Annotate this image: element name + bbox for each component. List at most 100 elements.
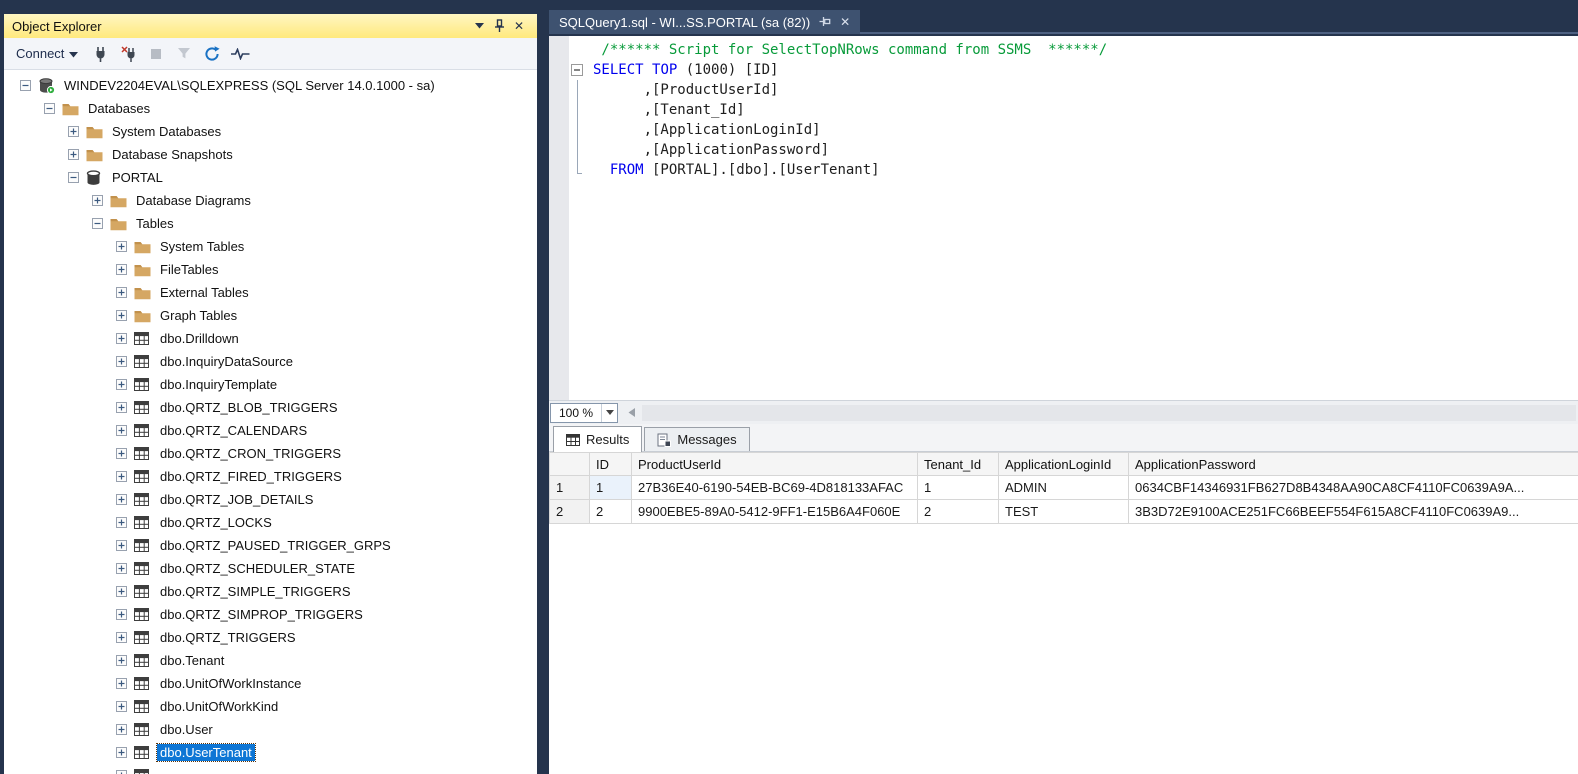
tree-item-dbo-user[interactable]: dbo.User xyxy=(4,718,537,741)
grid-cell[interactable]: 2 xyxy=(918,500,999,524)
disconnect-plug-icon[interactable] xyxy=(116,42,140,66)
tree-item-filetables[interactable]: FileTables xyxy=(4,258,537,281)
expand-plus-icon[interactable] xyxy=(116,655,127,666)
tree-item-dbo-drilldown[interactable]: dbo.Drilldown xyxy=(4,327,537,350)
tree-item-dbo-unitofworkinstance[interactable]: dbo.UnitOfWorkInstance xyxy=(4,672,537,695)
expand-plus-icon[interactable] xyxy=(116,310,127,321)
tree-item-database-snapshots[interactable]: Database Snapshots xyxy=(4,143,537,166)
results-tab-results[interactable]: Results xyxy=(553,426,642,452)
object-explorer-tree[interactable]: WINDEV2204EVAL\SQLEXPRESS (SQL Server 14… xyxy=(4,70,537,774)
tree-item-dbo-tenant[interactable]: dbo.Tenant xyxy=(4,649,537,672)
tab-pin-icon[interactable] xyxy=(818,15,832,30)
tree-item-windev2204eval-sqlexpress-sql-server-14-0-1000-sa-[interactable]: WINDEV2204EVAL\SQLEXPRESS (SQL Server 14… xyxy=(4,74,537,97)
expand-plus-icon[interactable] xyxy=(116,287,127,298)
expand-plus-icon[interactable] xyxy=(116,333,127,344)
expand-plus-icon[interactable] xyxy=(116,540,127,551)
tree-item-tables[interactable]: Tables xyxy=(4,212,537,235)
collapse-minus-icon[interactable] xyxy=(68,172,79,183)
tree-item-dbo-qrtz-calendars[interactable]: dbo.QRTZ_CALENDARS xyxy=(4,419,537,442)
expand-plus-icon[interactable] xyxy=(116,563,127,574)
expand-plus-icon[interactable] xyxy=(116,448,127,459)
tree-item-dbo-qrtz-cron-triggers[interactable]: dbo.QRTZ_CRON_TRIGGERS xyxy=(4,442,537,465)
grid-cell[interactable]: 1 xyxy=(590,476,632,500)
refresh-icon[interactable] xyxy=(200,42,224,66)
expand-plus-icon[interactable] xyxy=(116,471,127,482)
sql-editor[interactable]: /****** Script for SelectTopNRows comman… xyxy=(549,36,1578,400)
tree-item-system-databases[interactable]: System Databases xyxy=(4,120,537,143)
expand-plus-icon[interactable] xyxy=(116,379,127,390)
grid-cell[interactable]: 0634CBF14346931FB627D8B4348AA90CA8CF4110… xyxy=(1129,476,1578,500)
close-icon[interactable]: ✕ xyxy=(509,17,529,35)
expand-plus-icon[interactable] xyxy=(116,632,127,643)
expand-plus-icon[interactable] xyxy=(116,264,127,275)
tree-item-dbo-inquirydatasource[interactable]: dbo.InquiryDataSource xyxy=(4,350,537,373)
expand-plus-icon[interactable] xyxy=(116,724,127,735)
expand-plus-icon[interactable] xyxy=(68,126,79,137)
results-tab-messages[interactable]: Messages xyxy=(644,427,749,451)
activity-monitor-icon[interactable] xyxy=(228,42,252,66)
pin-icon[interactable] xyxy=(489,17,509,35)
collapse-minus-icon[interactable] xyxy=(44,103,55,114)
connect-plug-icon[interactable] xyxy=(88,42,112,66)
tree-item-system-tables[interactable]: System Tables xyxy=(4,235,537,258)
expand-plus-icon[interactable] xyxy=(116,241,127,252)
expand-plus-icon[interactable] xyxy=(116,609,127,620)
expand-plus-icon[interactable] xyxy=(116,425,127,436)
grid-column-header-tenant_id[interactable]: Tenant_Id xyxy=(918,453,999,476)
tree-item-dbo-inquirytemplate[interactable]: dbo.InquiryTemplate xyxy=(4,373,537,396)
tree-item-dbo-qrtz-blob-triggers[interactable]: dbo.QRTZ_BLOB_TRIGGERS xyxy=(4,396,537,419)
expand-plus-icon[interactable] xyxy=(116,402,127,413)
tree-item-dbo-qrtz-simprop-triggers[interactable]: dbo.QRTZ_SIMPROP_TRIGGERS xyxy=(4,603,537,626)
grid-column-header-productuserid[interactable]: ProductUserId xyxy=(632,453,918,476)
expand-plus-icon[interactable] xyxy=(116,517,127,528)
grid-cell[interactable]: 1 xyxy=(918,476,999,500)
grid-cell[interactable]: 27B36E40-6190-54EB-BC69-4D818133AFAC xyxy=(632,476,918,500)
horizontal-scrollbar-track[interactable] xyxy=(642,405,1576,421)
grid-corner-header[interactable] xyxy=(550,453,590,476)
expand-plus-icon[interactable] xyxy=(116,701,127,712)
grid-column-header-applicationpassword[interactable]: ApplicationPassword xyxy=(1129,453,1578,476)
grid-cell[interactable]: TEST xyxy=(999,500,1129,524)
fold-margin[interactable] xyxy=(569,60,593,80)
code-area[interactable]: /****** Script for SelectTopNRows comman… xyxy=(569,36,1578,400)
grid-cell[interactable]: 3B3D72E9100ACE251FC66BEEF554F615A8CF4110… xyxy=(1129,500,1578,524)
collapse-minus-icon[interactable] xyxy=(92,218,103,229)
tree-item-portal[interactable]: PORTAL xyxy=(4,166,537,189)
tree-item-dbo-qrtz-job-details[interactable]: dbo.QRTZ_JOB_DETAILS xyxy=(4,488,537,511)
tree-item-dbo-qrtz-scheduler-state[interactable]: dbo.QRTZ_SCHEDULER_STATE xyxy=(4,557,537,580)
expand-plus-icon[interactable] xyxy=(116,770,127,774)
expand-plus-icon[interactable] xyxy=(116,747,127,758)
tree-item-graph-tables[interactable]: Graph Tables xyxy=(4,304,537,327)
object-explorer-titlebar[interactable]: Object Explorer ✕ xyxy=(4,14,537,38)
row-header-cell[interactable]: 1 xyxy=(550,476,590,500)
tree-item-dbo-qrtz-locks[interactable]: dbo.QRTZ_LOCKS xyxy=(4,511,537,534)
dropdown-arrow-icon[interactable] xyxy=(601,404,617,422)
tree-item-external-tables[interactable]: External Tables xyxy=(4,281,537,304)
window-position-icon[interactable] xyxy=(469,17,489,35)
tree-item-dbo-usertenant[interactable]: dbo.UserTenant xyxy=(4,741,537,764)
tree-item-dbo-qrtz-fired-triggers[interactable]: dbo.QRTZ_FIRED_TRIGGERS xyxy=(4,465,537,488)
expand-plus-icon[interactable] xyxy=(92,195,103,206)
expand-plus-icon[interactable] xyxy=(68,149,79,160)
grid-cell[interactable]: 9900EBE5-89A0-5412-9FF1-E15B6A4F060E xyxy=(632,500,918,524)
tree-item-dbo-qrtz-simple-triggers[interactable]: dbo.QRTZ_SIMPLE_TRIGGERS xyxy=(4,580,537,603)
collapse-minus-icon[interactable] xyxy=(20,80,31,91)
zoom-dropdown[interactable]: 100 % xyxy=(550,403,618,423)
expand-plus-icon[interactable] xyxy=(116,356,127,367)
tab-close-icon[interactable]: ✕ xyxy=(840,15,850,29)
tree-item-database-diagrams[interactable]: Database Diagrams xyxy=(4,189,537,212)
row-header-cell[interactable]: 2 xyxy=(550,500,590,524)
tree-item[interactable] xyxy=(4,764,537,774)
document-tab[interactable]: SQLQuery1.sql - WI...SS.PORTAL (sa (82))… xyxy=(549,10,860,34)
expand-plus-icon[interactable] xyxy=(116,586,127,597)
grid-column-header-applicationloginid[interactable]: ApplicationLoginId xyxy=(999,453,1129,476)
tree-item-dbo-qrtz-paused-trigger-grps[interactable]: dbo.QRTZ_PAUSED_TRIGGER_GRPS xyxy=(4,534,537,557)
expand-plus-icon[interactable] xyxy=(116,494,127,505)
grid-column-header-id[interactable]: ID xyxy=(590,453,632,476)
results-grid[interactable]: IDProductUserIdTenant_IdApplicationLogin… xyxy=(549,452,1578,524)
connect-button[interactable]: Connect xyxy=(10,43,84,64)
tree-item-databases[interactable]: Databases xyxy=(4,97,537,120)
grid-cell[interactable]: ADMIN xyxy=(999,476,1129,500)
expand-plus-icon[interactable] xyxy=(116,678,127,689)
scroll-left-button[interactable] xyxy=(622,403,640,423)
